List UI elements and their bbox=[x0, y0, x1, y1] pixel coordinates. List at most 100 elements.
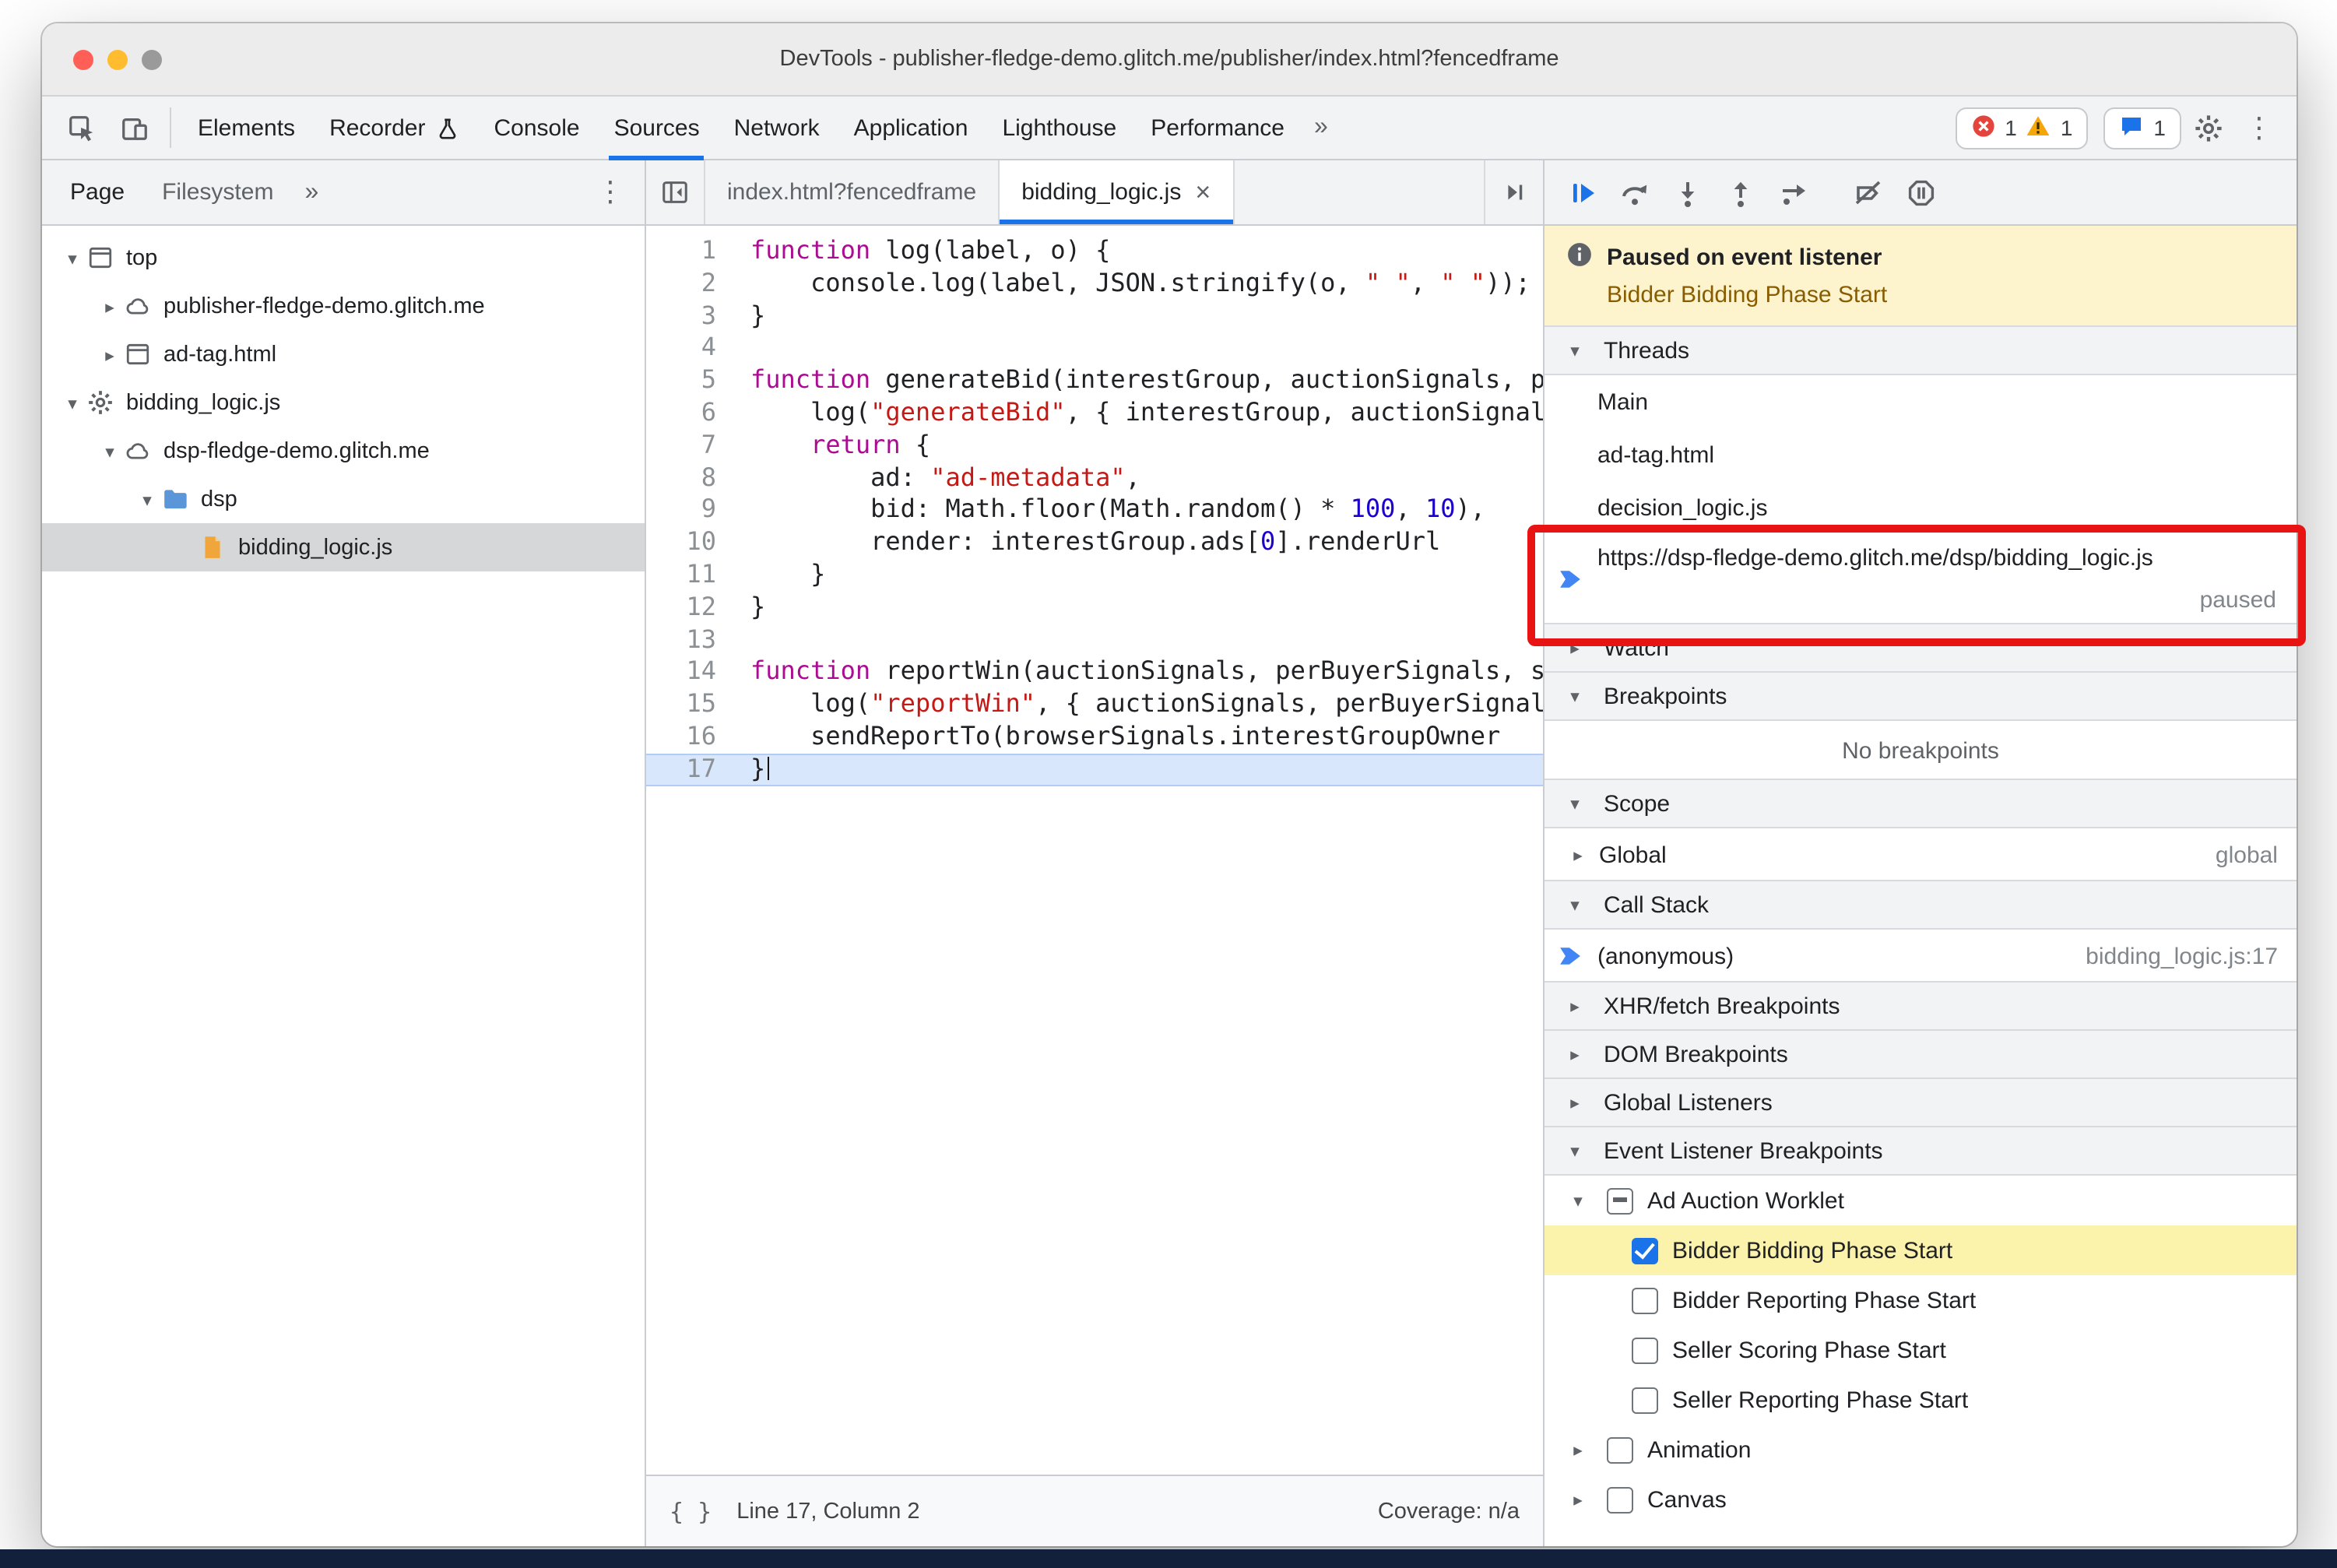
checkbox-seller-scoring-phase-start[interactable] bbox=[1632, 1337, 1658, 1363]
listener-group-canvas[interactable]: ▸ Canvas bbox=[1545, 1475, 2297, 1524]
section-header-dom-breakpoints[interactable]: ▸ DOM Breakpoints bbox=[1545, 1029, 2297, 1079]
resume-button[interactable] bbox=[1557, 169, 1607, 216]
triangle-expanded-icon[interactable]: ▾ bbox=[58, 392, 87, 413]
pretty-print-button[interactable]: { } bbox=[669, 1497, 712, 1525]
tab-recorder[interactable]: Recorder bbox=[312, 97, 476, 159]
listener-group-ad-auction-worklet[interactable]: ▾ Ad Auction Worklet bbox=[1545, 1176, 2297, 1225]
code-line[interactable]: 12} bbox=[646, 592, 1543, 624]
section-header-event-listener-breakpoints[interactable]: ▾ Event Listener Breakpoints bbox=[1545, 1126, 2297, 1176]
tree-item-dsp[interactable]: ▾ dsp bbox=[42, 475, 645, 523]
errors-warnings-badge[interactable]: 1 1 bbox=[1955, 107, 2089, 149]
tab-sources[interactable]: Sources bbox=[597, 97, 717, 160]
inspect-element-icon[interactable] bbox=[54, 104, 107, 151]
more-panels-icon[interactable]: » bbox=[1302, 114, 1341, 142]
code-line[interactable]: 5 function generateBid(interestGroup, auc… bbox=[646, 364, 1543, 397]
line-number[interactable]: 2 bbox=[646, 268, 736, 301]
checkbox-canvas[interactable] bbox=[1607, 1486, 1633, 1513]
tree-item-publisher-fledge-demo-glitch-me[interactable]: ▸ publisher-fledge-demo.glitch.me bbox=[42, 282, 645, 330]
code-line[interactable]: 10 render: interestGroup.ads[0].renderUr… bbox=[646, 526, 1543, 559]
code-line[interactable]: 9 bid: Math.floor(Math.random() * 100, 1… bbox=[646, 494, 1543, 527]
call-stack-frame[interactable]: (anonymous) bidding_logic.js:17 bbox=[1545, 930, 2297, 983]
tab-index-html[interactable]: index.html?fencedframe bbox=[705, 160, 1000, 224]
line-number[interactable]: 14 bbox=[646, 656, 736, 689]
close-tab-icon[interactable]: × bbox=[1195, 177, 1211, 208]
section-header-watch[interactable]: ▸ Watch bbox=[1545, 623, 2297, 673]
code-line[interactable]: 16 sendReportTo(browserSignals.interestG… bbox=[646, 721, 1543, 754]
line-number[interactable]: 5 bbox=[646, 364, 736, 397]
section-header-global-listeners[interactable]: ▸ Global Listeners bbox=[1545, 1078, 2297, 1127]
line-number[interactable]: 15 bbox=[646, 688, 736, 721]
code-line[interactable]: 6 log("generateBid", { interestGroup, au… bbox=[646, 397, 1543, 430]
zoom-window-button[interactable] bbox=[142, 49, 162, 69]
tab-network[interactable]: Network bbox=[717, 97, 837, 159]
line-number[interactable]: 4 bbox=[646, 332, 736, 365]
triangle-expanded-icon[interactable]: ▾ bbox=[58, 247, 87, 269]
line-number[interactable]: 10 bbox=[646, 526, 736, 559]
line-number[interactable]: 13 bbox=[646, 624, 736, 656]
section-header-xhr-fetch-breakpoints[interactable]: ▸ XHR/fetch Breakpoints bbox=[1545, 981, 2297, 1031]
section-header-scope[interactable]: ▾ Scope bbox=[1545, 779, 2297, 828]
line-number[interactable]: 3 bbox=[646, 300, 736, 332]
scope-item-global[interactable]: ▸ Global global bbox=[1545, 828, 2297, 881]
step-out-button[interactable] bbox=[1716, 169, 1766, 216]
checkbox-ad-auction-worklet[interactable] bbox=[1607, 1187, 1633, 1214]
tab-lighthouse[interactable]: Lighthouse bbox=[985, 97, 1133, 159]
thread-item-decision-logic-js[interactable]: decision_logic.js bbox=[1545, 481, 2297, 534]
code-line[interactable]: 4 bbox=[646, 332, 1543, 365]
checkbox-bidder-reporting-phase-start[interactable] bbox=[1632, 1287, 1658, 1313]
tab-application[interactable]: Application bbox=[837, 97, 986, 159]
code-line[interactable]: 1 function log(label, o) { bbox=[646, 235, 1543, 268]
listener-event-seller-scoring-phase-start[interactable]: Seller Scoring Phase Start bbox=[1545, 1325, 2297, 1375]
line-number[interactable]: 7 bbox=[646, 430, 736, 462]
minimize-window-button[interactable] bbox=[107, 49, 128, 69]
tab-page[interactable]: Page bbox=[51, 170, 143, 215]
code-line[interactable]: 8 ad: "ad-metadata", bbox=[646, 462, 1543, 494]
tab-filesystem[interactable]: Filesystem bbox=[143, 170, 292, 215]
code-line[interactable]: 11 } bbox=[646, 559, 1543, 592]
code-line[interactable]: 3} bbox=[646, 300, 1543, 332]
code-line[interactable]: 7 return { bbox=[646, 430, 1543, 462]
pause-on-exceptions-button[interactable] bbox=[1896, 169, 1946, 216]
deactivate-breakpoints-button[interactable] bbox=[1843, 169, 1893, 216]
navigator-menu-icon[interactable]: ⋮ bbox=[585, 176, 635, 209]
section-header-breakpoints[interactable]: ▾ Breakpoints bbox=[1545, 671, 2297, 721]
code-editor[interactable]: 1 function log(label, o) {2 console.log(l… bbox=[646, 226, 1543, 1475]
line-number[interactable]: 17 bbox=[646, 754, 736, 786]
line-number[interactable]: 6 bbox=[646, 397, 736, 430]
code-line[interactable]: 15 log("reportWin", { auctionSignals, pe… bbox=[646, 688, 1543, 721]
step-over-button[interactable] bbox=[1610, 169, 1660, 216]
tab-console[interactable]: Console bbox=[476, 97, 596, 159]
listener-event-bidder-bidding-phase-start[interactable]: Bidder Bidding Phase Start bbox=[1545, 1225, 2297, 1275]
triangle-collapsed-icon[interactable]: ▸ bbox=[95, 343, 125, 365]
listener-event-bidder-reporting-phase-start[interactable]: Bidder Reporting Phase Start bbox=[1545, 1275, 2297, 1325]
code-line[interactable]: 2 console.log(label, JSON.stringify(o, "… bbox=[646, 268, 1543, 301]
line-number[interactable]: 9 bbox=[646, 494, 736, 527]
tree-item-dsp-fledge-demo-glitch-me[interactable]: ▾ dsp-fledge-demo.glitch.me bbox=[42, 427, 645, 475]
line-number[interactable]: 11 bbox=[646, 559, 736, 592]
more-editor-tabs-icon[interactable] bbox=[1484, 160, 1543, 224]
line-number[interactable]: 12 bbox=[646, 592, 736, 624]
triangle-expanded-icon[interactable]: ▾ bbox=[132, 488, 162, 510]
tab-bidding-logic-js[interactable]: bidding_logic.js × bbox=[1000, 160, 1235, 224]
triangle-expanded-icon[interactable]: ▾ bbox=[1563, 1190, 1593, 1211]
listener-event-seller-reporting-phase-start[interactable]: Seller Reporting Phase Start bbox=[1545, 1375, 2297, 1425]
code-line[interactable]: 13 bbox=[646, 624, 1543, 656]
triangle-collapsed-icon[interactable]: ▸ bbox=[1563, 1489, 1593, 1510]
hide-navigator-icon[interactable] bbox=[646, 160, 705, 224]
code-line[interactable]: 14 function reportWin(auctionSignals, per… bbox=[646, 656, 1543, 689]
checkbox-bidder-bidding-phase-start[interactable] bbox=[1632, 1237, 1658, 1264]
tree-item-top[interactable]: ▾ top bbox=[42, 234, 645, 282]
device-toolbar-icon[interactable] bbox=[107, 104, 160, 151]
main-menu-icon[interactable]: ⋮ bbox=[2234, 111, 2284, 144]
checkbox-seller-reporting-phase-start[interactable] bbox=[1632, 1387, 1658, 1413]
tree-item-bidding-logic-js[interactable]: ▾ bidding_logic.js bbox=[42, 378, 645, 427]
settings-gear-icon[interactable] bbox=[2181, 104, 2234, 151]
tab-elements[interactable]: Elements bbox=[181, 97, 312, 159]
thread-item-main[interactable]: Main bbox=[1545, 375, 2297, 428]
tree-item-bidding-logic-js[interactable]: bidding_logic.js bbox=[42, 523, 645, 571]
more-navigator-tabs-icon[interactable]: » bbox=[292, 178, 331, 206]
step-into-button[interactable] bbox=[1663, 169, 1713, 216]
triangle-expanded-icon[interactable]: ▾ bbox=[95, 440, 125, 462]
issues-badge[interactable]: 1 bbox=[2103, 107, 2181, 149]
code-line[interactable]: 17} bbox=[646, 753, 1543, 786]
